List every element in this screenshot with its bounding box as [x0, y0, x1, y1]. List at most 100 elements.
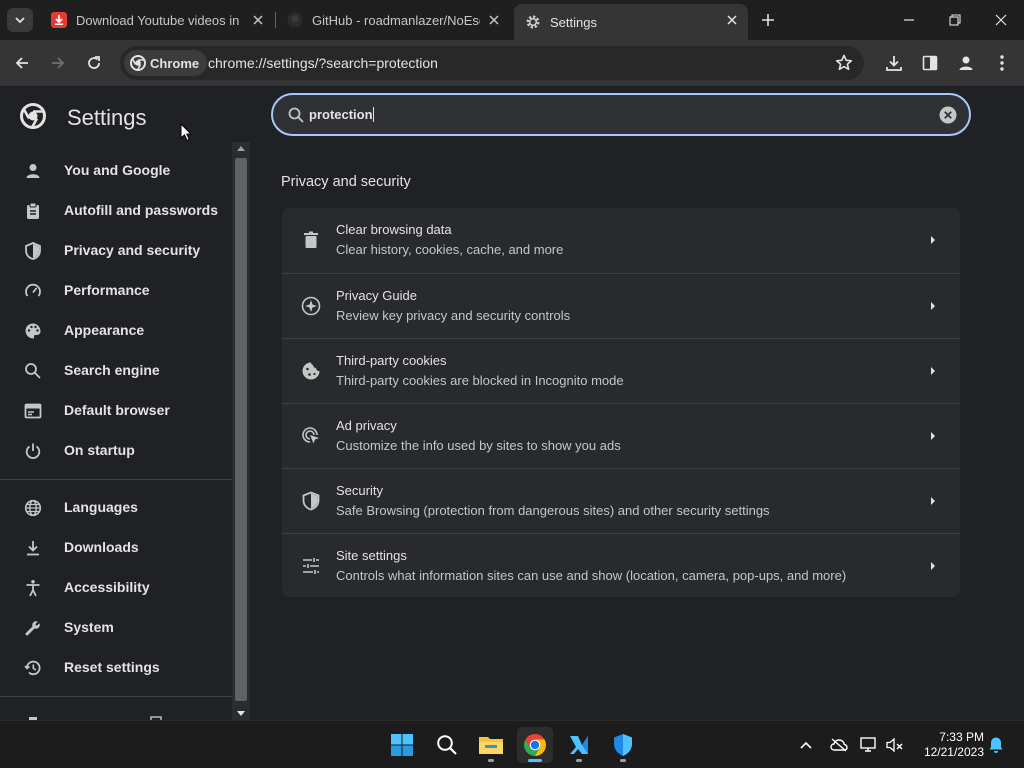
windows-security-app[interactable] — [605, 727, 641, 763]
browser-icon — [24, 403, 42, 419]
running-indicator — [620, 759, 626, 762]
scrollbar-thumb[interactable] — [235, 158, 247, 701]
github-favicon-icon — [287, 12, 303, 28]
ad-privacy-icon — [302, 427, 319, 444]
restore-button[interactable] — [945, 10, 965, 30]
minimize-button[interactable] — [899, 10, 919, 30]
sidebar-item-accessibility[interactable]: Accessibility — [0, 568, 232, 608]
vs-code-app[interactable] — [561, 727, 597, 763]
chevron-down-icon — [15, 17, 25, 24]
sidebar-item-performance[interactable]: Performance — [0, 271, 232, 311]
compass-icon — [301, 296, 321, 316]
code-editor-icon — [570, 736, 588, 754]
scroll-down-icon[interactable] — [237, 711, 245, 717]
forward-button[interactable] — [48, 53, 68, 73]
taskbar-search-button[interactable] — [429, 727, 465, 763]
sidebar-item-downloads[interactable]: Downloads — [0, 528, 232, 568]
downloads-button[interactable] — [884, 53, 904, 73]
sidebar-item-search-engine[interactable]: Search engine — [0, 351, 232, 391]
row-privacy-guide[interactable]: Privacy Guide Review key privacy and sec… — [282, 273, 960, 338]
row-site-settings[interactable]: Site settings Controls what information … — [282, 533, 960, 597]
privacy-security-card: Clear browsing data Clear history, cooki… — [282, 208, 960, 597]
start-button[interactable] — [384, 727, 420, 763]
show-hidden-icons-button[interactable] — [796, 735, 816, 755]
cloud-off-icon — [830, 738, 848, 752]
settings-page: Settings protection You and Google Autof… — [0, 86, 1024, 720]
notifications-button[interactable] — [986, 735, 1006, 755]
tab-youtube-download[interactable]: Download Youtube videos in 10 — [40, 4, 274, 36]
sidebar-item-privacy[interactable]: Privacy and security — [0, 231, 232, 271]
row-third-party-cookies[interactable]: Third-party cookies Third-party cookies … — [282, 338, 960, 403]
windows-taskbar: 7:33 PM 12/21/2023 — [0, 720, 1024, 768]
network-tray-button[interactable] — [859, 735, 879, 755]
shield-icon — [25, 242, 41, 260]
tab-title: Settings — [550, 14, 597, 30]
close-tab-icon[interactable] — [486, 12, 502, 28]
row-ad-privacy[interactable]: Ad privacy Customize the info used by si… — [282, 403, 960, 468]
file-explorer-app[interactable] — [473, 727, 509, 763]
clear-search-icon[interactable] — [939, 106, 957, 124]
clock-time: 7:33 PM — [939, 730, 984, 744]
arrow-right-icon — [52, 57, 65, 69]
chevron-right-icon — [931, 432, 935, 440]
arrow-left-icon — [15, 57, 28, 69]
palette-icon — [25, 323, 41, 339]
chrome-app[interactable] — [517, 727, 553, 763]
minimize-icon — [904, 19, 914, 21]
close-tab-icon[interactable] — [724, 12, 740, 28]
sidebar-divider — [0, 479, 232, 480]
sidebar-item-default-browser[interactable]: Default browser — [0, 391, 232, 431]
running-indicator — [576, 759, 582, 762]
close-tab-icon[interactable] — [250, 12, 266, 28]
side-panel-icon — [922, 55, 938, 71]
bookmark-star-icon[interactable] — [834, 53, 854, 73]
scroll-up-icon[interactable] — [237, 145, 245, 151]
row-subtitle: Clear history, cookies, cache, and more — [336, 242, 564, 257]
shield-icon — [302, 491, 320, 511]
settings-search-field[interactable]: protection — [271, 93, 971, 136]
row-clear-browsing-data[interactable]: Clear browsing data Clear history, cooki… — [282, 208, 960, 273]
reload-button[interactable] — [84, 53, 104, 73]
search-icon — [437, 735, 457, 755]
site-info-chip[interactable]: Chrome — [124, 50, 208, 76]
sidebar-item-you-and-google[interactable]: You and Google — [0, 151, 232, 191]
reload-icon — [88, 56, 100, 69]
row-security[interactable]: Security Safe Browsing (protection from … — [282, 468, 960, 533]
address-bar[interactable]: Chrome chrome://settings/?search=protect… — [120, 46, 864, 80]
sidebar-item-autofill[interactable]: Autofill and passwords — [0, 191, 232, 231]
profile-button[interactable] — [956, 53, 976, 73]
mouse-cursor-icon — [180, 123, 192, 142]
new-tab-button[interactable] — [758, 10, 778, 30]
sidebar-item-on-startup[interactable]: On startup — [0, 431, 232, 471]
history-icon — [24, 660, 41, 676]
download-icon — [886, 56, 902, 71]
back-button[interactable] — [12, 53, 32, 73]
tab-github[interactable]: GitHub - roadmanlazer/NoEscape — [276, 4, 510, 36]
sidebar-item-languages[interactable]: Languages — [0, 488, 232, 528]
sidebar-item-system[interactable]: System — [0, 608, 232, 648]
side-panel-button[interactable] — [920, 53, 940, 73]
tab-strip: Download Youtube videos in 10 GitHub - r… — [0, 0, 1024, 40]
download-favicon-icon — [51, 12, 67, 28]
sidebar-item-appearance[interactable]: Appearance — [0, 311, 232, 351]
settings-search-input[interactable]: protection — [309, 107, 374, 122]
folder-icon — [479, 737, 503, 754]
tab-settings[interactable]: Settings — [514, 4, 748, 40]
sidebar-scrollbar[interactable] — [232, 142, 250, 720]
tune-icon — [303, 558, 319, 574]
clipboard-icon — [27, 202, 39, 219]
close-window-button[interactable] — [991, 10, 1011, 30]
sidebar-item-reset-settings[interactable]: Reset settings — [0, 648, 232, 688]
taskbar-clock[interactable]: 7:33 PM 12/21/2023 — [914, 730, 984, 760]
url-text[interactable]: chrome://settings/?search=protection — [208, 55, 438, 71]
cookie-icon — [302, 362, 320, 380]
volume-tray-button[interactable] — [885, 735, 905, 755]
tab-search-button[interactable] — [7, 8, 33, 32]
chevron-up-icon — [800, 741, 812, 749]
menu-button[interactable] — [992, 53, 1012, 73]
download-icon — [27, 541, 39, 556]
globe-icon — [24, 499, 42, 517]
network-icon — [860, 737, 876, 752]
chrome-logo-icon — [524, 734, 546, 756]
onedrive-tray-button[interactable] — [829, 735, 849, 755]
